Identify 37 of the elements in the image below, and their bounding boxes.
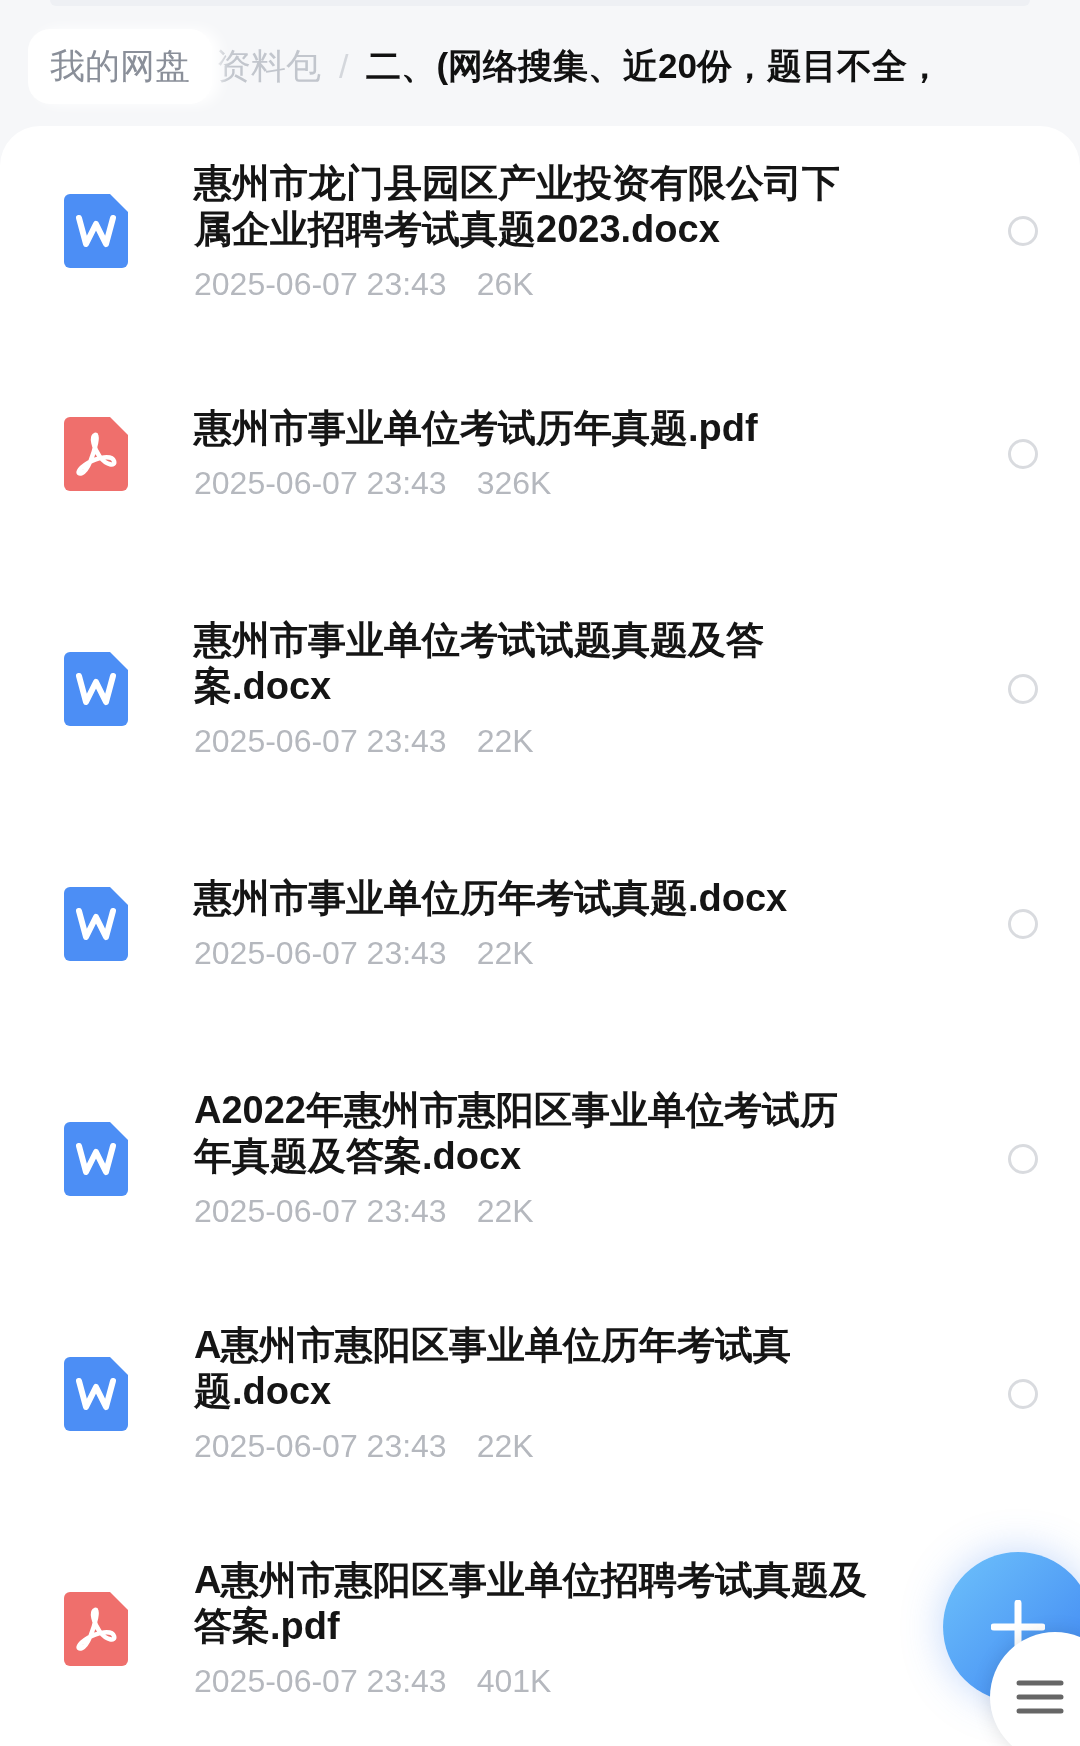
file-name[interactable]: 惠州市事业单位考试历年真题.pdf [194, 405, 874, 451]
word-document-icon [64, 1356, 128, 1431]
select-radio[interactable] [1008, 438, 1038, 469]
file-size: 22K [476, 935, 534, 972]
pdf-document-icon [64, 1591, 128, 1666]
file-date: 2025-06-07 23:43 [194, 465, 447, 502]
word-document-icon [64, 886, 128, 961]
menu-icon [1016, 1679, 1064, 1715]
file-size: 22K [476, 1428, 534, 1465]
file-size: 22K [476, 723, 534, 760]
file-name[interactable]: A2022年惠州市惠阳区事业单位考试历年真题及答案.docx [194, 1087, 874, 1179]
file-date: 2025-06-07 23:43 [194, 1428, 447, 1465]
file-date: 2025-06-07 23:43 [194, 265, 447, 303]
file-name[interactable]: A惠州市惠阳区事业单位招聘考试真题及答案.pdf [194, 1557, 874, 1649]
file-name[interactable]: 惠州市事业单位历年考试真题.docx [194, 875, 874, 921]
file-date: 2025-06-07 23:43 [194, 1193, 447, 1230]
word-document-icon [64, 194, 128, 268]
select-radio[interactable] [1008, 1378, 1038, 1409]
file-size: 326K [476, 465, 552, 502]
file-date: 2025-06-07 23:43 [194, 1663, 447, 1700]
select-radio[interactable] [1008, 673, 1038, 704]
file-size: 401K [476, 1663, 552, 1700]
breadcrumb-current: 二、(网络搜集、近20份，题目不全， [366, 44, 943, 87]
file-name[interactable]: 惠州市事业单位考试试题真题及答案.docx [194, 617, 874, 709]
file-name[interactable]: 惠州市龙门县园区产业投资有限公司下属企业招聘考试真题2023.docx [194, 159, 874, 252]
word-document-icon [64, 651, 128, 726]
file-name[interactable]: A惠州市惠阳区事业单位历年考试真题.docx [194, 1322, 874, 1414]
select-radio[interactable] [1008, 1143, 1038, 1174]
word-document-icon [64, 1121, 128, 1196]
pdf-document-icon [64, 416, 128, 491]
file-date: 2025-06-07 23:43 [194, 723, 447, 760]
file-size: 22K [476, 1193, 534, 1230]
select-radio[interactable] [1008, 908, 1038, 939]
file-date: 2025-06-07 23:43 [194, 935, 447, 972]
select-radio[interactable] [1008, 216, 1038, 246]
breadcrumb-separator: / [339, 46, 349, 86]
file-size: 26K [476, 265, 534, 303]
